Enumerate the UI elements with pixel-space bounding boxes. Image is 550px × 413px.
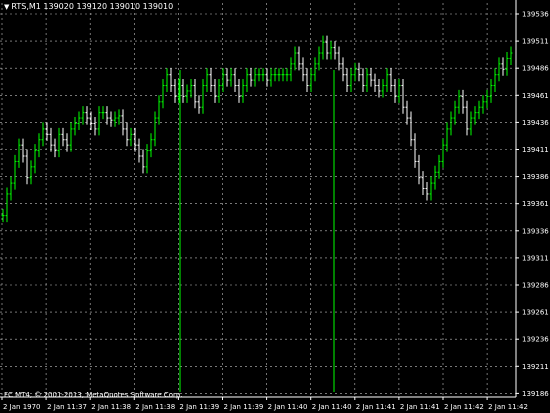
price-tick-label: 139361 [522,200,549,208]
price-tick-label: 139236 [522,336,549,344]
price-tick-label: 139486 [522,65,549,73]
time-tick-label: 2 Jan 11:38 [91,403,131,411]
time-tick-label: 2 Jan 11:40 [268,403,308,411]
price-chart[interactable]: 139536 139511 139486 139461 139436 139411 1393… [0,0,550,413]
price-tick-label: 139536 [522,11,549,19]
time-tick-label: 2 Jan 11:38 [135,403,175,411]
time-tick-label: 2 Jan 11:41 [400,403,440,411]
time-tick-label: 2 Jan 11:42 [488,403,528,411]
time-tick-label: 2 Jan 11:41 [356,403,396,411]
price-tick-label: 139436 [522,119,549,127]
time-tick-label: 2 Jan 11:42 [444,403,484,411]
price-tick-label: 139186 [522,390,549,398]
price-tick-label: 139211 [522,363,549,371]
price-tick-label: 139411 [522,146,549,154]
copyright-notice: FC MT4, © 2001-2013, MetaQuotes Software… [4,391,183,399]
price-axis: 139536 139511 139486 139461 139436 139411 1393… [515,0,549,398]
time-tick-label: 2 Jan 11:37 [47,403,87,411]
time-tick-label: 2 Jan 1970 [3,403,41,411]
grid [0,3,516,397]
price-tick-label: 139336 [522,227,549,235]
time-tick-label: 2 Jan 11:39 [179,403,219,411]
price-bars [1,35,513,223]
price-tick-label: 139261 [522,309,549,317]
price-tick-label: 139286 [522,282,549,290]
time-tick-label: 2 Jan 11:40 [312,403,352,411]
symbol-header[interactable]: ▼ RTS,M1 139020 139120 139010 139010 [4,2,173,11]
collapse-triangle-icon[interactable]: ▼ [4,3,9,11]
time-tick-label: 2 Jan 11:39 [224,403,264,411]
chart-window: 139536 139511 139486 139461 139436 139411 1393… [0,0,550,413]
price-tick-label: 139311 [522,254,549,262]
time-axis: 2 Jan 1970 2 Jan 11:37 2 Jan 11:38 2 Jan 11… [0,396,528,411]
price-tick-label: 139386 [522,173,549,181]
price-tick-label: 139511 [522,38,549,46]
price-tick-label: 139461 [522,92,549,100]
symbol-quote-label: RTS,M1 139020 139120 139010 139010 [11,2,174,11]
